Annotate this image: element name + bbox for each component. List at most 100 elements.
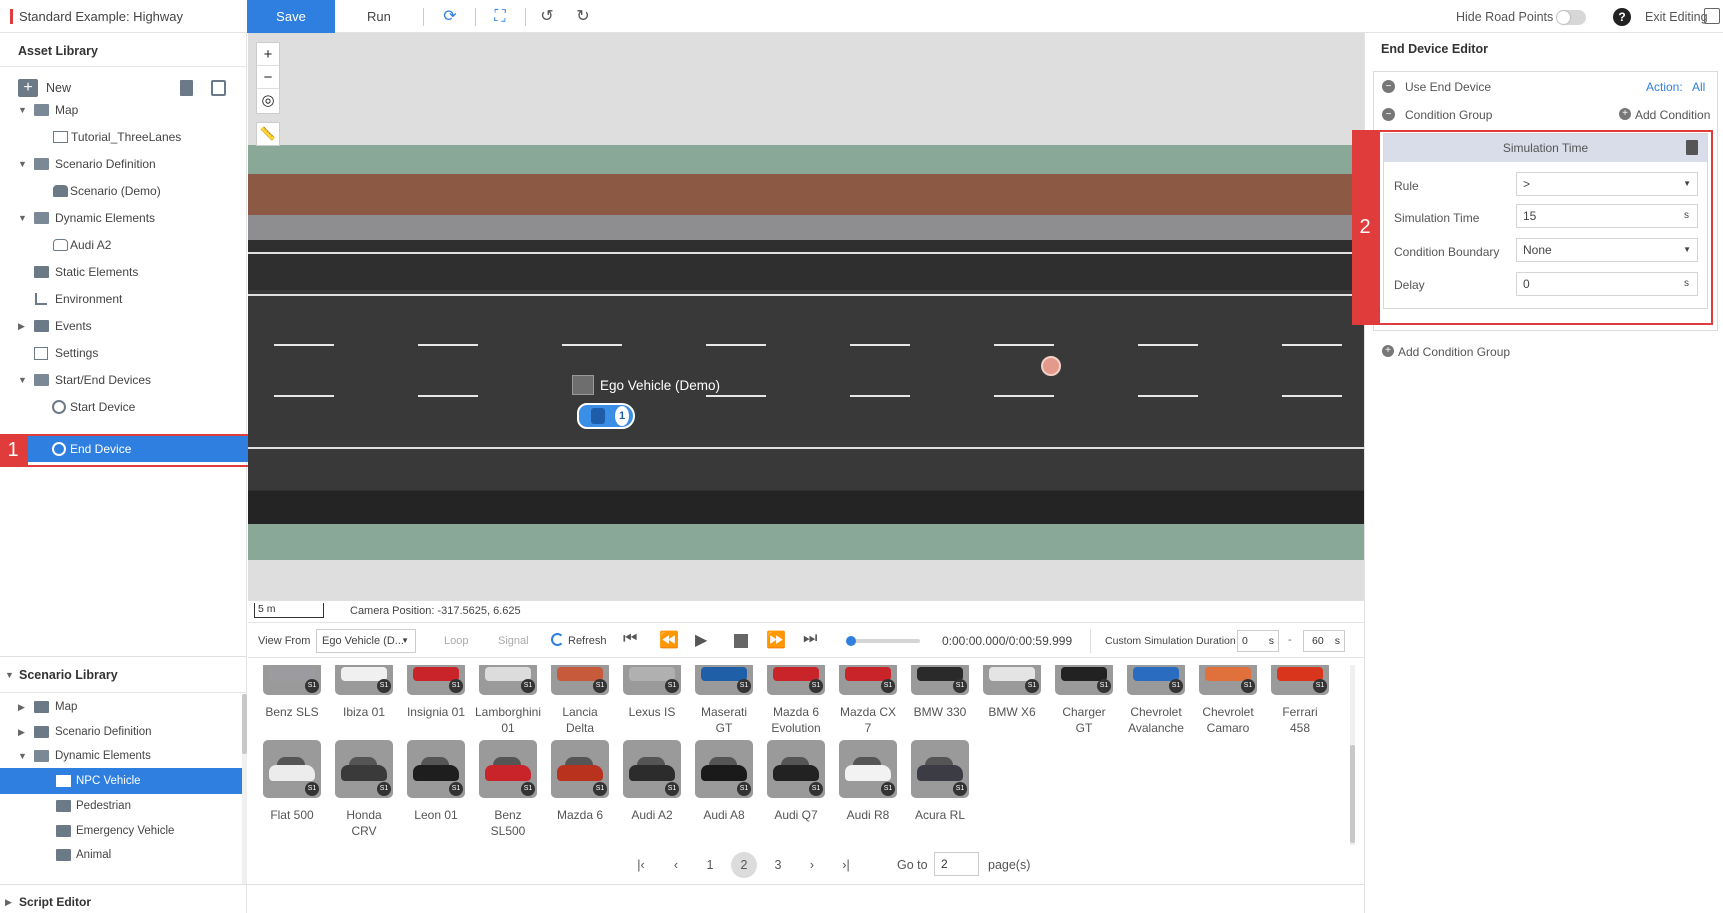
scrollbar-track[interactable] xyxy=(1350,665,1355,845)
top-toolbar: Standard Example: Highway Save Run ⟳ ⛶ ↺… xyxy=(0,0,1723,33)
vehicle-tile[interactable]: S1 xyxy=(263,740,321,798)
new-button[interactable]: New xyxy=(46,81,71,95)
lib-item-animal[interactable]: Animal xyxy=(0,842,247,868)
vehicle-tile[interactable]: S1 xyxy=(479,740,537,798)
run-button[interactable]: Run xyxy=(367,0,391,33)
expand-right-icon[interactable]: ▶ xyxy=(18,694,28,720)
vehicle-label: Honda CRV xyxy=(346,808,382,838)
play-icon[interactable]: ▶ xyxy=(695,630,707,650)
stop-icon[interactable] xyxy=(734,634,748,648)
tree-item-start-device[interactable]: Start Device xyxy=(0,394,247,420)
scrollbar-thumb[interactable] xyxy=(242,694,247,754)
lib-item-dynamic-elements[interactable]: ▼ Dynamic Elements xyxy=(0,743,247,769)
tree-item-environment[interactable]: Environment xyxy=(0,286,247,312)
exit-icon[interactable] xyxy=(1704,8,1720,24)
redo-icon[interactable]: ↻ xyxy=(574,8,592,26)
scrollbar-track[interactable] xyxy=(242,694,247,884)
trash-icon[interactable] xyxy=(180,80,193,96)
save-button[interactable]: Save xyxy=(247,0,335,33)
expand-right-icon[interactable]: ▶ xyxy=(5,897,12,908)
lib-item-map[interactable]: ▶ Map xyxy=(0,694,247,720)
expand-right-icon[interactable]: ▶ xyxy=(18,719,28,745)
add-icon[interactable]: + xyxy=(1382,345,1394,357)
reset-view-icon[interactable]: ⟳ xyxy=(441,8,459,26)
vehicle-tile[interactable]: S1 xyxy=(335,740,393,798)
expand-down-icon[interactable]: ▼ xyxy=(18,205,28,231)
expand-down-icon[interactable]: ▼ xyxy=(18,367,28,393)
expand-down-icon[interactable]: ▼ xyxy=(18,743,28,769)
tree-item-events[interactable]: ▶ Events xyxy=(0,313,247,339)
expand-right-icon[interactable]: ▶ xyxy=(18,313,28,339)
refresh-icon[interactable] xyxy=(551,633,564,646)
collapse-icon[interactable]: − xyxy=(1382,108,1395,121)
go-to-input[interactable]: 2 xyxy=(934,852,979,876)
action-value[interactable]: All xyxy=(1692,80,1705,94)
page-2[interactable]: 2 xyxy=(731,852,757,878)
end-point-marker[interactable] xyxy=(1041,356,1061,376)
scene-viewport[interactable]: Ego Vehicle (Demo) 1 xyxy=(248,33,1364,600)
add-icon[interactable]: + xyxy=(1619,108,1631,120)
vehicle-tile[interactable]: S1 xyxy=(551,740,609,798)
zoom-out-button[interactable]: − xyxy=(257,66,279,89)
tree-item-settings[interactable]: Settings xyxy=(0,340,247,366)
tree-item-label: Events xyxy=(55,319,92,333)
page-3[interactable]: 3 xyxy=(765,852,791,878)
expand-down-icon[interactable]: ▼ xyxy=(18,97,28,123)
tree-item-audi-a2[interactable]: Audi A2 xyxy=(0,232,247,258)
tree-item-scenario-demo[interactable]: Scenario (Demo) xyxy=(0,178,247,204)
tree-item-scenario-definition[interactable]: ▼ Scenario Definition xyxy=(0,151,247,177)
add-condition-button[interactable]: Add Condition xyxy=(1635,108,1710,122)
recenter-icon[interactable]: ◎ xyxy=(257,89,279,112)
vehicle-tile[interactable]: S1 xyxy=(695,740,753,798)
next-page-icon[interactable]: › xyxy=(799,852,825,878)
refresh-button[interactable]: Refresh xyxy=(568,635,607,647)
progress-handle[interactable] xyxy=(846,636,856,646)
vehicle-tile[interactable]: S1 xyxy=(839,740,897,798)
tree-item-start-end-devices[interactable]: ▼ Start/End Devices xyxy=(0,367,247,393)
lib-item-pedestrian[interactable]: Pedestrian xyxy=(0,793,247,819)
script-editor-title[interactable]: Script Editor xyxy=(19,895,91,909)
help-icon[interactable]: ? xyxy=(1613,8,1631,26)
folder-open-icon xyxy=(34,750,49,762)
tree-item-tutorial-threelanes[interactable]: Tutorial_ThreeLanes xyxy=(0,124,247,150)
fit-to-screen-icon[interactable]: ⛶ xyxy=(491,8,509,26)
hide-road-points-toggle[interactable] xyxy=(1556,10,1586,25)
vehicle-tile[interactable]: S1 xyxy=(911,740,969,798)
zoom-in-button[interactable]: + xyxy=(257,43,279,66)
loop-toggle[interactable]: Loop xyxy=(444,635,468,647)
lib-item-emergency-vehicle[interactable]: Emergency Vehicle xyxy=(0,818,247,844)
tree-item-dynamic-elements[interactable]: ▼ Dynamic Elements xyxy=(0,205,247,231)
duration-start-input[interactable]: 0 s xyxy=(1237,630,1279,652)
step-back-icon[interactable]: ⏪ xyxy=(659,630,679,650)
plus-icon[interactable]: + xyxy=(18,79,38,97)
undo-icon[interactable]: ↺ xyxy=(538,8,556,26)
ruler-icon[interactable]: 📏 xyxy=(256,122,280,146)
expand-down-icon[interactable]: ▼ xyxy=(18,151,28,177)
collapse-icon[interactable]: − xyxy=(1382,80,1395,93)
collapse-down-icon[interactable]: ▼ xyxy=(5,670,14,680)
prev-page-icon[interactable]: ‹ xyxy=(663,852,689,878)
skip-to-start-icon[interactable]: ⏮ xyxy=(623,630,637,648)
vehicle-tile[interactable]: S1 xyxy=(407,740,465,798)
lane-dash xyxy=(274,344,334,346)
ego-vehicle[interactable]: 1 xyxy=(577,403,635,429)
add-condition-group-button[interactable]: Add Condition Group xyxy=(1398,345,1510,359)
copy-icon[interactable] xyxy=(211,80,226,96)
tree-item-static-elements[interactable]: Static Elements xyxy=(0,259,247,285)
view-from-select[interactable]: Ego Vehicle (D... ▼ xyxy=(316,629,416,653)
first-page-icon[interactable]: |‹ xyxy=(628,852,654,878)
scrollbar-thumb[interactable] xyxy=(1350,745,1355,843)
signal-toggle[interactable]: Signal xyxy=(498,635,529,647)
exit-editing-button[interactable]: Exit Editing xyxy=(1645,10,1708,24)
vehicle-tile[interactable]: S1 xyxy=(623,740,681,798)
tree-item-map[interactable]: ▼ Map xyxy=(0,97,247,123)
lib-item-scenario-definition[interactable]: ▶ Scenario Definition xyxy=(0,719,247,745)
last-page-icon[interactable]: ›| xyxy=(833,852,859,878)
progress-track[interactable] xyxy=(846,636,920,646)
lib-item-npc-vehicle[interactable]: NPC Vehicle xyxy=(0,768,242,794)
duration-end-input[interactable]: 60 s xyxy=(1303,630,1345,652)
vehicle-tile[interactable]: S1 xyxy=(767,740,825,798)
step-forward-icon[interactable]: ⏩ xyxy=(766,630,786,650)
page-1[interactable]: 1 xyxy=(697,852,723,878)
skip-to-end-icon[interactable]: ⏭ xyxy=(803,630,817,648)
